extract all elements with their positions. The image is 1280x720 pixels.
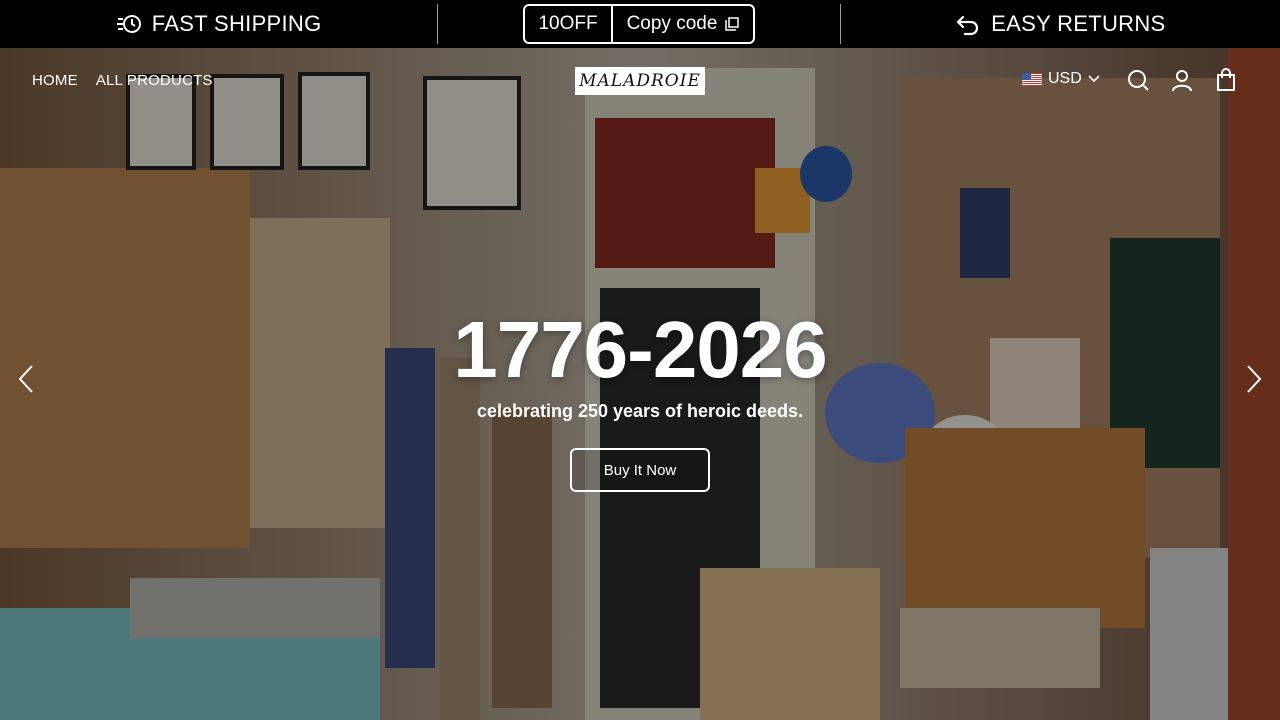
chevron-down-icon [1088, 75, 1100, 83]
main-nav: HOME ALL PRODUCTS [32, 72, 213, 89]
us-flag-icon [1022, 72, 1042, 86]
site-logo[interactable]: MALADROIE [575, 67, 705, 95]
coupon-code: 10OFF [525, 6, 613, 42]
cart-icon[interactable] [1214, 68, 1238, 92]
buy-it-now-button[interactable]: Buy It Now [570, 448, 710, 492]
hero-headline: 1776-2026 [453, 305, 828, 394]
return-arrow-icon [957, 15, 979, 36]
easy-returns-text: EASY RETURNS [991, 11, 1166, 36]
hero-banner: HOME ALL PRODUCTS MALADROIE USD 1776-202… [0, 48, 1280, 720]
hero-subheadline: celebrating 250 years of heroic deeds. [476, 401, 804, 421]
account-icon[interactable] [1170, 68, 1194, 92]
nav-all-products[interactable]: ALL PRODUCTS [96, 72, 213, 89]
announcement-bar: FAST SHIPPING 10OFF Copy code EASY RETUR… [0, 0, 1280, 48]
clock-speed-icon [116, 15, 141, 33]
coupon-area: 10OFF Copy code [438, 0, 839, 48]
copy-icon [725, 17, 740, 31]
easy-returns-notice: EASY RETURNS [841, 0, 1280, 48]
fast-shipping-notice: FAST SHIPPING [0, 0, 437, 48]
search-icon[interactable] [1126, 68, 1150, 92]
currency-selector[interactable]: USD [1022, 70, 1100, 88]
nav-home[interactable]: HOME [32, 72, 78, 89]
fast-shipping-text: FAST SHIPPING [151, 11, 322, 36]
currency-label: USD [1048, 70, 1082, 87]
copy-code-label: Copy code [626, 13, 718, 34]
copy-code-button[interactable]: Copy code [613, 6, 753, 42]
coupon-box: 10OFF Copy code [523, 4, 755, 44]
logo-text: MALADROIE [579, 71, 701, 91]
